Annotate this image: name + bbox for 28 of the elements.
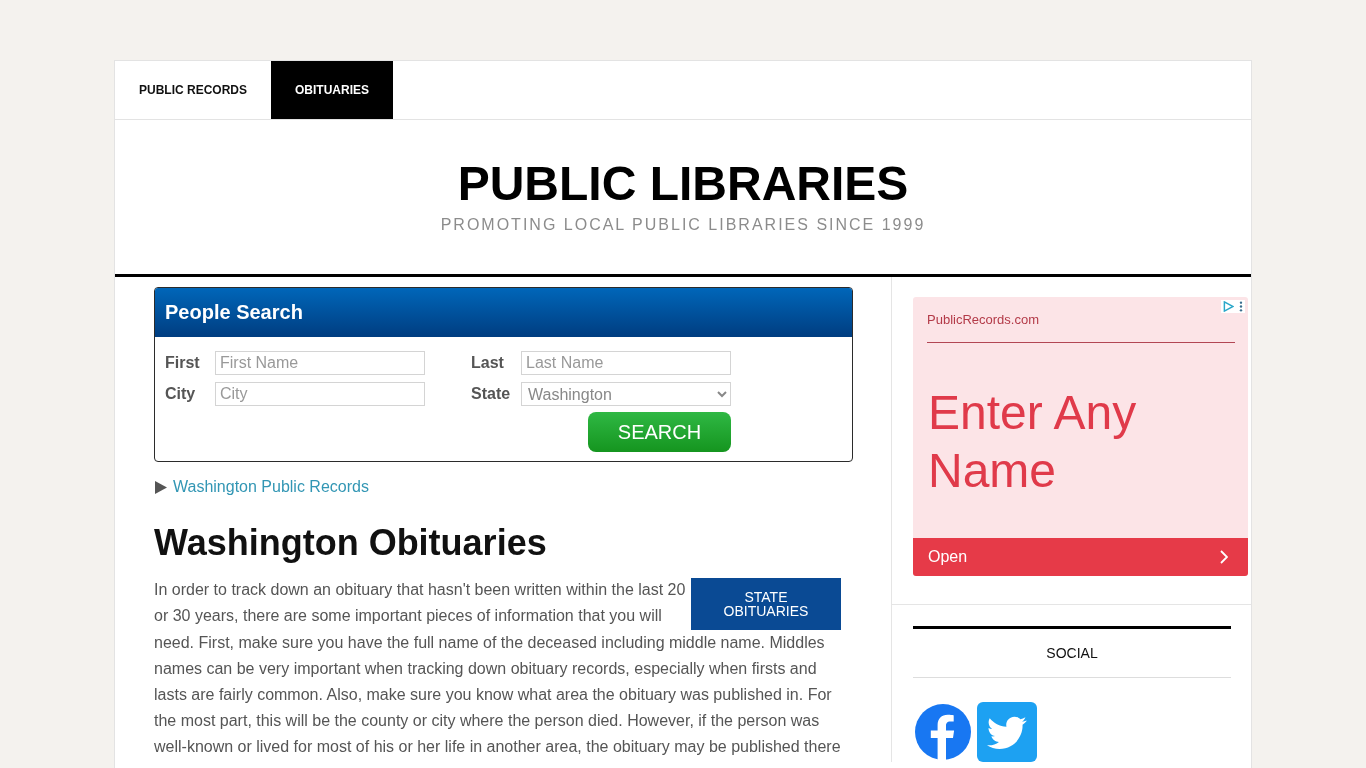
ad-banner[interactable]: PublicRecords.com Enter Any Name Open <box>913 297 1248 576</box>
text-field[interactable]: Last Name <box>521 351 731 375</box>
twitter-icon[interactable] <box>977 702 1037 762</box>
play-icon[interactable] <box>1223 301 1234 312</box>
ad-advertiser: PublicRecords.com <box>927 312 1039 327</box>
chevron-right-icon <box>1220 550 1228 564</box>
site-title: PUBLIC LIBRARIES <box>456 156 910 211</box>
triangle-icon[interactable] <box>155 480 167 494</box>
panel-title: People Search <box>165 301 303 324</box>
ad-open-button[interactable]: Open <box>913 538 1248 576</box>
field-label: State <box>471 385 512 403</box>
records-link[interactable]: Washington Public Records <box>173 478 369 496</box>
text-field[interactable]: First Name <box>215 351 425 375</box>
article-paragraph: need. First, make sure you have the full name of the deceased including middle name. Middles names can be very important when tracking down obituary records, especially when firsts and lasts are fairly common. Also, make sure you know what area the obituary was published in. For the most part, this will be the county or city where the person died. However, if the person was well-known or lived for most of his or her life in another area, the obituary may be published there <box>154 633 842 757</box>
search-button[interactable]: SEARCH <box>588 412 731 452</box>
nav-tab[interactable]: OBITUARIES <box>271 61 394 119</box>
widget-title: SOCIAL <box>913 626 1231 678</box>
field-label: City <box>165 385 197 403</box>
ad-headline: Enter Any Name <box>928 385 1138 499</box>
field-label: First <box>165 354 201 372</box>
field-label: Last <box>471 354 505 372</box>
more-icon[interactable] <box>1239 301 1243 312</box>
state-obituaries-button[interactable]: STATE OBITUARIES <box>691 578 841 630</box>
article-heading: Washington Obituaries <box>154 522 548 564</box>
text-field[interactable]: City <box>215 382 425 406</box>
site-tagline: PROMOTING LOCAL PUBLIC LIBRARIES SINCE 1999 <box>439 215 927 235</box>
facebook-icon[interactable] <box>915 704 971 760</box>
select-field[interactable]: Washington <box>521 382 731 406</box>
